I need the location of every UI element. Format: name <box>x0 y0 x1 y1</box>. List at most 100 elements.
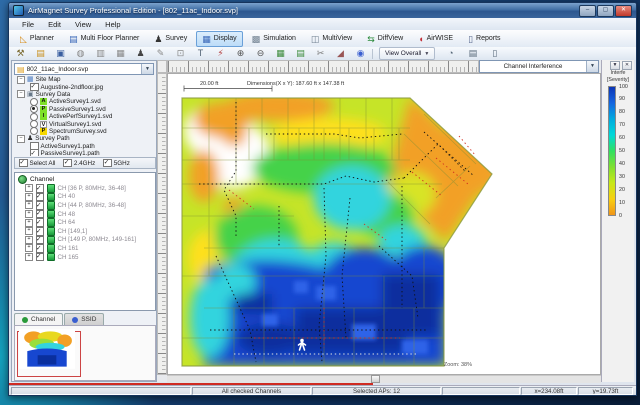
compass-icon[interactable]: ◔ <box>445 48 456 59</box>
view-overall-dropdown[interactable]: View Overall ▼ <box>379 47 435 60</box>
filter-5ghz[interactable]: 5GHz <box>103 159 130 168</box>
legend-panel: ▼ ✕ Interfe [Severity] 10090807060504030… <box>601 60 634 382</box>
status-selected-aps: Selected APs: 12 <box>312 387 441 395</box>
tools-icon[interactable]: ⚒ <box>15 48 26 59</box>
tab-ssid[interactable]: SSID <box>64 313 104 325</box>
checkbox[interactable] <box>30 149 39 156</box>
minimap-thumbnail[interactable] <box>19 329 75 369</box>
vertical-ruler <box>157 73 167 375</box>
window-title: AirMagnet Survey Professional Edition - … <box>28 6 579 15</box>
scissors-icon[interactable]: ✂ <box>315 48 326 59</box>
filter-select-all[interactable]: Select All <box>19 159 55 168</box>
toolbar-button-multi-floor-planner[interactable]: ▤Multi Floor Planner <box>63 31 145 47</box>
menu-file[interactable]: File <box>15 20 41 29</box>
expand-toggle[interactable] <box>25 193 33 201</box>
toolbar-right-icons: ◔ ▤ ▯ <box>445 48 500 59</box>
open-project-icon[interactable]: ▤ <box>35 48 46 59</box>
alert-icon[interactable]: ⚡ <box>215 48 226 59</box>
globe2-icon[interactable]: ◉ <box>355 48 366 59</box>
filter-2-4ghz[interactable]: 2.4GHz <box>63 159 95 168</box>
grid-icon[interactable]: ▤ <box>295 48 306 59</box>
checkbox[interactable] <box>30 83 39 92</box>
text-tool-icon[interactable]: T <box>195 48 206 59</box>
channel-root[interactable]: Channel <box>15 173 155 184</box>
toolbar-button-reports[interactable]: ▯Reports <box>462 31 506 47</box>
project-name: 802_11ac_Indoor.svp <box>27 66 141 73</box>
band-filter-bar: Select All 2.4GHz 5GHz <box>14 157 156 169</box>
expand-toggle[interactable] <box>17 90 25 98</box>
checkbox[interactable] <box>19 159 28 168</box>
menu-view[interactable]: View <box>68 20 98 29</box>
toolbar-button-airwise[interactable]: ◖AirWISE <box>412 31 459 47</box>
chevron-down-icon[interactable]: ▼ <box>141 64 153 74</box>
scrollbar-grip[interactable] <box>371 375 380 383</box>
horizontal-scrollbar[interactable] <box>167 375 601 383</box>
toolbar-button-simulation[interactable]: ▩Simulation <box>246 31 302 47</box>
title-bar[interactable]: AirMagnet Survey Professional Edition - … <box>9 3 636 18</box>
print-map-icon[interactable]: ▤ <box>467 48 478 59</box>
toolbar-button-multiview[interactable]: ◫MultiView <box>305 31 358 47</box>
chevron-down-icon[interactable]: ▼ <box>586 61 598 72</box>
map-canvas[interactable]: 20.00 ft Dimensions(X x Y): 187.60 ft x … <box>167 73 601 375</box>
tree-item-passivesurvey1-svd[interactable]: PPassiveSurvey1.svd <box>14 106 156 113</box>
print-icon[interactable]: ▥ <box>95 48 106 59</box>
checkbox[interactable] <box>103 159 112 168</box>
expand-toggle[interactable] <box>25 236 33 244</box>
close-button[interactable]: ✕ <box>615 5 632 17</box>
tab-channel[interactable]: Channel <box>14 313 63 325</box>
legend-tick-label: 20 <box>619 187 625 193</box>
window-layout-icon[interactable]: ▦ <box>115 48 126 59</box>
menu-help[interactable]: Help <box>98 20 127 29</box>
checkbox[interactable] <box>36 253 45 262</box>
table-icon[interactable]: ▦ <box>275 48 286 59</box>
survey-icon: ♟ <box>154 34 162 44</box>
minimize-button[interactable]: – <box>579 5 596 17</box>
toolbar-button-planner[interactable]: ◺Planner <box>14 31 60 47</box>
expand-toggle[interactable] <box>25 219 33 227</box>
toolbar-button-display[interactable]: ▦Display <box>196 31 242 47</box>
coverage-heatmap[interactable]: 20.00 ft Dimensions(X x Y): 187.60 ft x … <box>174 76 494 372</box>
legend-tick-label: 30 <box>619 174 625 180</box>
expand-toggle[interactable] <box>17 76 25 84</box>
expand-toggle[interactable] <box>25 184 33 192</box>
tree-item-augustine-2ndfloor-jpg[interactable]: Augustine-2ndfloor.jpg <box>14 83 156 90</box>
save-icon[interactable]: ▣ <box>55 48 66 59</box>
channel-label: CH 165 <box>58 254 79 261</box>
maximize-button[interactable]: ▢ <box>597 5 614 17</box>
survey-walk-icon[interactable]: ♟ <box>135 48 146 59</box>
zoom-out-icon[interactable]: ⊖ <box>255 48 266 59</box>
expand-toggle[interactable] <box>25 201 33 209</box>
ap-icon <box>47 227 56 236</box>
tree-item-survey-data[interactable]: ▣Survey Data <box>14 91 156 98</box>
app-window: AirMagnet Survey Professional Edition - … <box>8 2 637 396</box>
expand-toggle[interactable] <box>25 227 33 235</box>
tree-item-spectrumsurvey-svd[interactable]: PSpectrumSurvey.svd <box>14 128 156 135</box>
clipboard-icon[interactable]: ▯ <box>489 48 500 59</box>
expand-toggle[interactable] <box>25 253 33 261</box>
checkbox[interactable] <box>63 159 72 168</box>
ruler-corner <box>157 60 167 73</box>
toolbar-button-diffview[interactable]: ⇆DiffView <box>361 31 409 47</box>
chart-icon[interactable]: ◢ <box>335 48 346 59</box>
tree-item-label: Augustine-2ndfloor.jpg <box>41 84 104 91</box>
channel-item[interactable]: CH 165 <box>15 253 155 262</box>
legend-close-button[interactable]: ✕ <box>622 61 632 70</box>
project-selector[interactable]: ▤ 802_11ac_Indoor.svp ▼ <box>14 63 154 75</box>
snapshot-icon[interactable]: ⊡ <box>175 48 186 59</box>
menu-edit[interactable]: Edit <box>41 20 68 29</box>
display-mode-selector[interactable]: Channel Interference ▼ <box>479 60 599 73</box>
expand-toggle[interactable] <box>25 210 33 218</box>
survey-type-badge: A <box>40 98 47 105</box>
pencil-icon[interactable]: ✎ <box>155 48 166 59</box>
toolbar-button-survey[interactable]: ♟Survey <box>148 31 193 47</box>
legend-collapse-button[interactable]: ▼ <box>610 61 620 70</box>
expand-toggle[interactable] <box>17 135 25 143</box>
status-channels: All checked Channels <box>192 387 311 395</box>
tree-item-passivesurvey1-path[interactable]: PassiveSurvey1.path <box>14 150 156 156</box>
ap-icon <box>47 236 56 245</box>
globe-icon[interactable]: ◍ <box>75 48 86 59</box>
zoom-in-icon[interactable]: ⊕ <box>235 48 246 59</box>
expand-toggle[interactable] <box>25 244 33 252</box>
ap-icon <box>47 184 56 193</box>
map-scale-label: 20.00 ft <box>200 81 219 87</box>
